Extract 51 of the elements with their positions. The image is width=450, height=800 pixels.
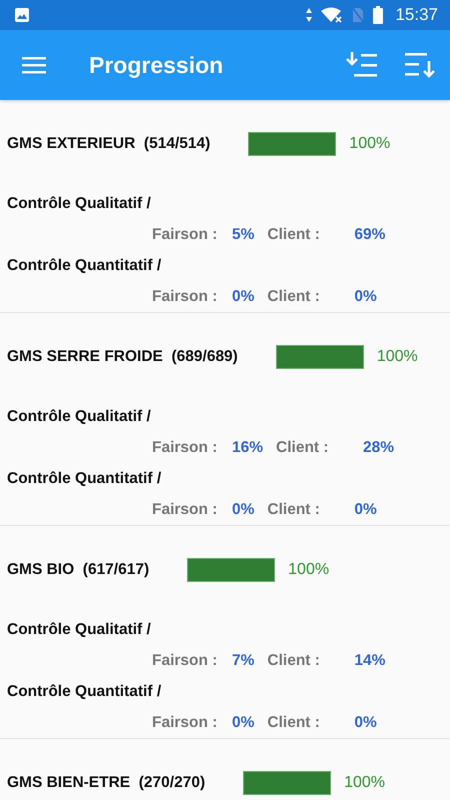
client-value: 0% xyxy=(354,714,377,732)
client-label: Client : xyxy=(267,288,321,306)
fairson-value: 0% xyxy=(232,500,254,518)
group-name: GMS EXTERIEUR (514/514) xyxy=(7,135,210,153)
client-value: 28% xyxy=(363,438,394,456)
fairson-value: 16% xyxy=(232,438,264,456)
fairson-label: Fairson : xyxy=(152,438,218,456)
client-value: 14% xyxy=(354,652,386,670)
client-value: 0% xyxy=(354,500,377,518)
fairson-label: Fairson : xyxy=(152,500,218,518)
control-label: Contrôle Qualitatif / xyxy=(6,194,152,214)
group-name: GMS SERRE FROIDE (689/689) xyxy=(7,348,238,366)
wifi-icon xyxy=(321,7,344,23)
no-sim-icon xyxy=(351,6,366,24)
group-name: GMS BIO (617/617) xyxy=(7,561,150,579)
progress-percent: 100% xyxy=(344,774,386,792)
sort-descending-button[interactable] xyxy=(404,51,436,79)
progress-percent: 100% xyxy=(349,135,390,153)
client-label: Client : xyxy=(267,226,321,244)
clock-time: 15:37 xyxy=(395,5,438,25)
fairson-label: Fairson : xyxy=(152,652,218,670)
image-icon xyxy=(14,7,30,23)
control-label: Contrôle Qualitatif / xyxy=(6,407,152,427)
client-label: Client : xyxy=(267,714,321,732)
progress-percent: 100% xyxy=(376,348,418,366)
control-label: Contrôle Quantitatif / xyxy=(6,469,162,489)
control-label: Contrôle Quantitatif / xyxy=(6,682,162,702)
fairson-value: 5% xyxy=(232,226,254,244)
client-value: 69% xyxy=(354,226,386,244)
data-arrows-icon xyxy=(305,7,314,23)
group-name: GMS BIEN-ETRE (270/270) xyxy=(7,774,206,792)
sort-list-down-icon xyxy=(404,51,436,79)
fairson-label: Fairson : xyxy=(152,226,218,244)
control-label: Contrôle Qualitatif / xyxy=(6,620,152,640)
sort-down-list-icon xyxy=(346,51,378,79)
sort-ascending-button[interactable] xyxy=(346,51,378,79)
menu-button[interactable] xyxy=(22,56,46,74)
fairson-value: 0% xyxy=(232,288,254,306)
battery-icon xyxy=(373,6,384,24)
fairson-value: 0% xyxy=(232,714,254,732)
menu-icon xyxy=(22,56,46,74)
fairson-label: Fairson : xyxy=(152,714,218,732)
progress-percent: 100% xyxy=(288,561,330,579)
client-label: Client : xyxy=(276,438,330,456)
client-label: Client : xyxy=(267,652,321,670)
fairson-label: Fairson : xyxy=(152,288,218,306)
client-label: Client : xyxy=(267,500,321,518)
control-label: Contrôle Quantitatif / xyxy=(6,256,162,276)
fairson-value: 7% xyxy=(232,652,254,670)
client-value: 0% xyxy=(354,288,377,306)
app-title: Progression xyxy=(89,52,224,78)
